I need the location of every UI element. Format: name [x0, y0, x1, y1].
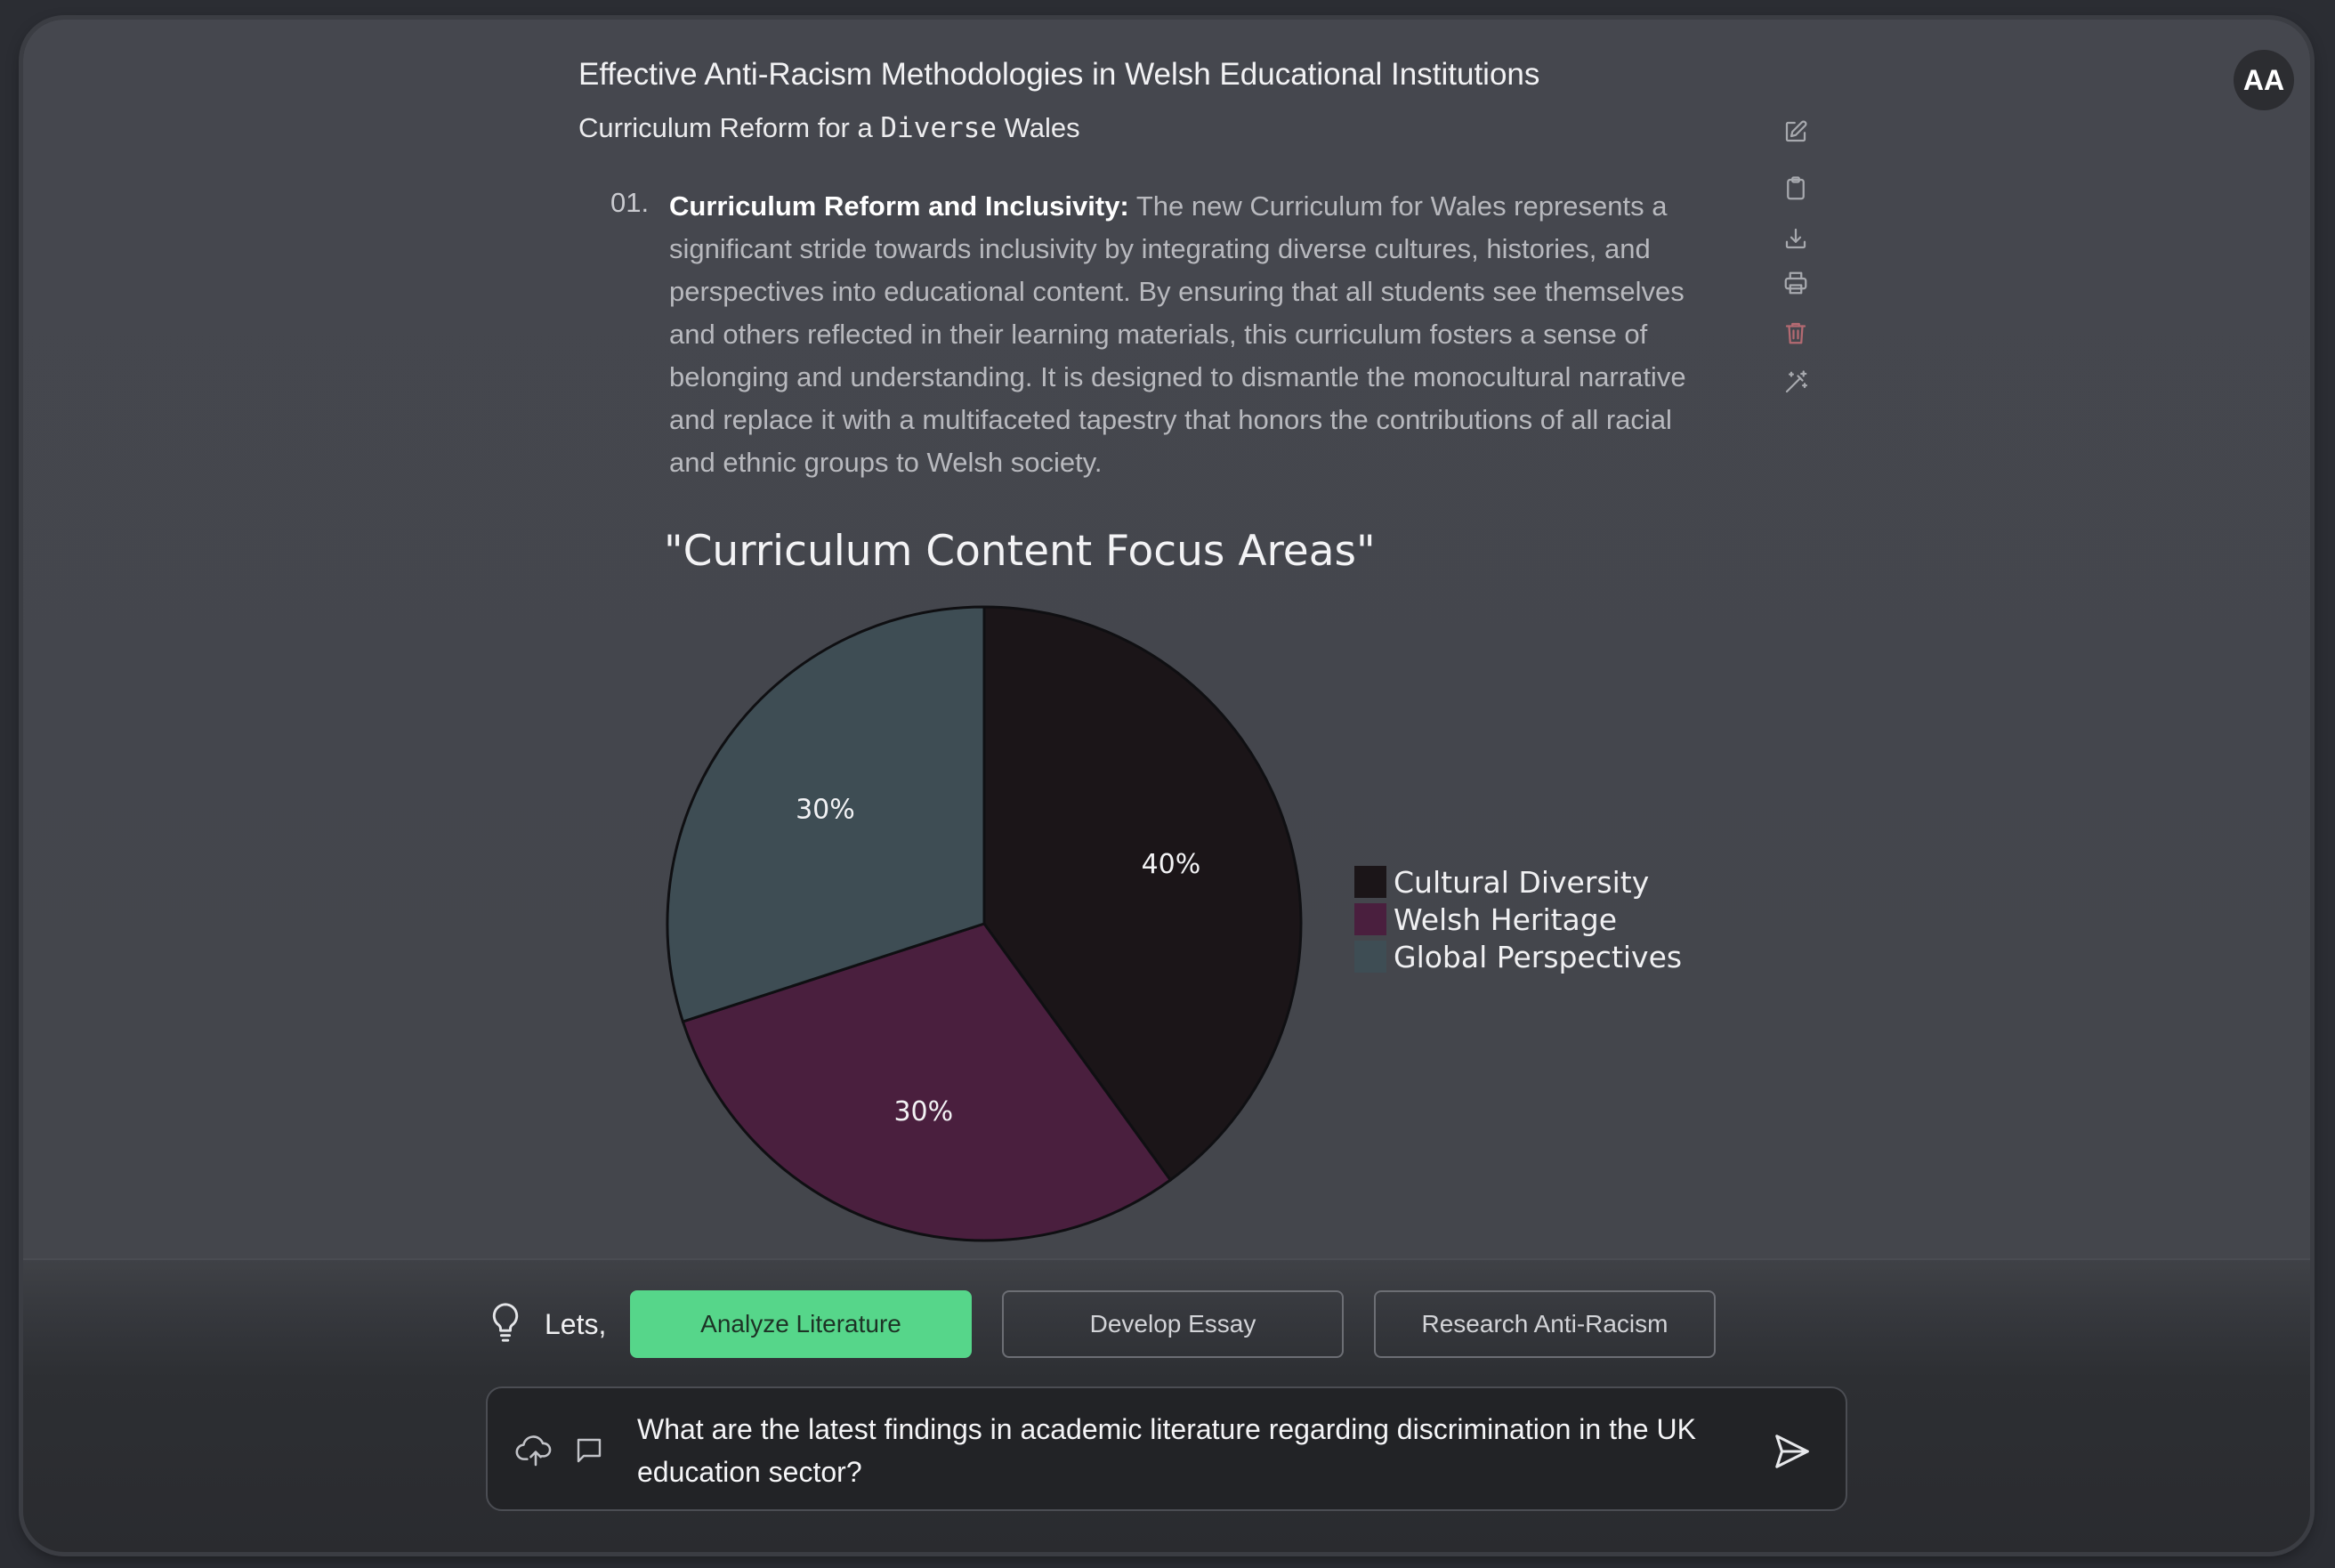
list-item-text: The new Curriculum for Wales represents …: [669, 190, 1686, 478]
list-item-heading: Curriculum Reform and Inclusivity:: [669, 190, 1129, 222]
pie-chart: 40% 30% 30% "Curriculum Content Focus Area…: [637, 527, 1705, 1257]
user-avatar[interactable]: AA: [2234, 50, 2294, 110]
document-subtitle: Curriculum Reform for a Diverse Wales: [578, 112, 1080, 144]
pie-value-label: 30%: [796, 794, 855, 825]
legend-item: Cultural Diversity: [1354, 863, 1682, 901]
clipboard-icon: [1787, 176, 1805, 200]
download-icon: [1785, 228, 1806, 249]
cloud-upload-icon: [515, 1435, 552, 1467]
trash-icon: [1785, 322, 1806, 344]
edit-button[interactable]: [1778, 114, 1814, 150]
chart-title: "Curriculum Content Focus Areas": [664, 527, 1376, 576]
upload-button[interactable]: [514, 1433, 557, 1468]
legend-swatch: [1354, 903, 1386, 935]
copy-button[interactable]: [1778, 171, 1814, 206]
send-button[interactable]: [1767, 1429, 1817, 1474]
message-input[interactable]: What are the latest findings in academic…: [637, 1408, 1749, 1493]
suggestion-research-anti-racism[interactable]: Research Anti-Racism: [1374, 1290, 1716, 1358]
delete-button[interactable]: [1778, 315, 1814, 351]
legend-label: Welsh Heritage: [1394, 901, 1618, 937]
send-icon: [1775, 1435, 1809, 1468]
pie-value-label: 40%: [1142, 849, 1201, 880]
legend-swatch: [1354, 866, 1386, 898]
chat-button[interactable]: [571, 1433, 607, 1468]
legend-item: Global Perspectives: [1354, 938, 1682, 975]
app-window: AA Effective Anti-Racism Methodologies i…: [23, 20, 2310, 1552]
print-button[interactable]: [1778, 265, 1814, 301]
print-icon: [1784, 271, 1807, 295]
chat-bubble-icon: [577, 1438, 602, 1463]
document-title: Effective Anti-Racism Methodologies in W…: [578, 57, 1540, 92]
chart-legend: Cultural Diversity Welsh Heritage Global P…: [1354, 863, 1682, 975]
pie-value-label: 30%: [893, 1096, 953, 1128]
subtitle-text-start: Curriculum Reform for a: [578, 112, 881, 143]
legend-label: Global Perspectives: [1394, 939, 1683, 974]
suggestion-develop-essay[interactable]: Develop Essay: [1002, 1290, 1344, 1358]
list-item-body: Curriculum Reform and Inclusivity: The n…: [669, 185, 1710, 484]
list-item-number: 01.: [610, 187, 650, 218]
suggestion-analyze-literature[interactable]: Analyze Literature: [630, 1290, 972, 1358]
subtitle-text-mono: Diverse: [880, 112, 998, 144]
legend-label: Cultural Diversity: [1394, 864, 1650, 900]
edit-icon: [1785, 120, 1807, 142]
suggestions-prefix: Lets,: [545, 1308, 607, 1340]
legend-item: Welsh Heritage: [1354, 901, 1682, 938]
magic-wand-icon: [1785, 370, 1807, 393]
legend-swatch: [1354, 941, 1386, 973]
download-button[interactable]: [1778, 221, 1814, 256]
lightbulb-icon: [492, 1303, 519, 1342]
magic-button[interactable]: [1778, 365, 1814, 400]
subtitle-text-end: Wales: [997, 112, 1080, 143]
message-composer[interactable]: What are the latest findings in academic…: [486, 1386, 1847, 1511]
